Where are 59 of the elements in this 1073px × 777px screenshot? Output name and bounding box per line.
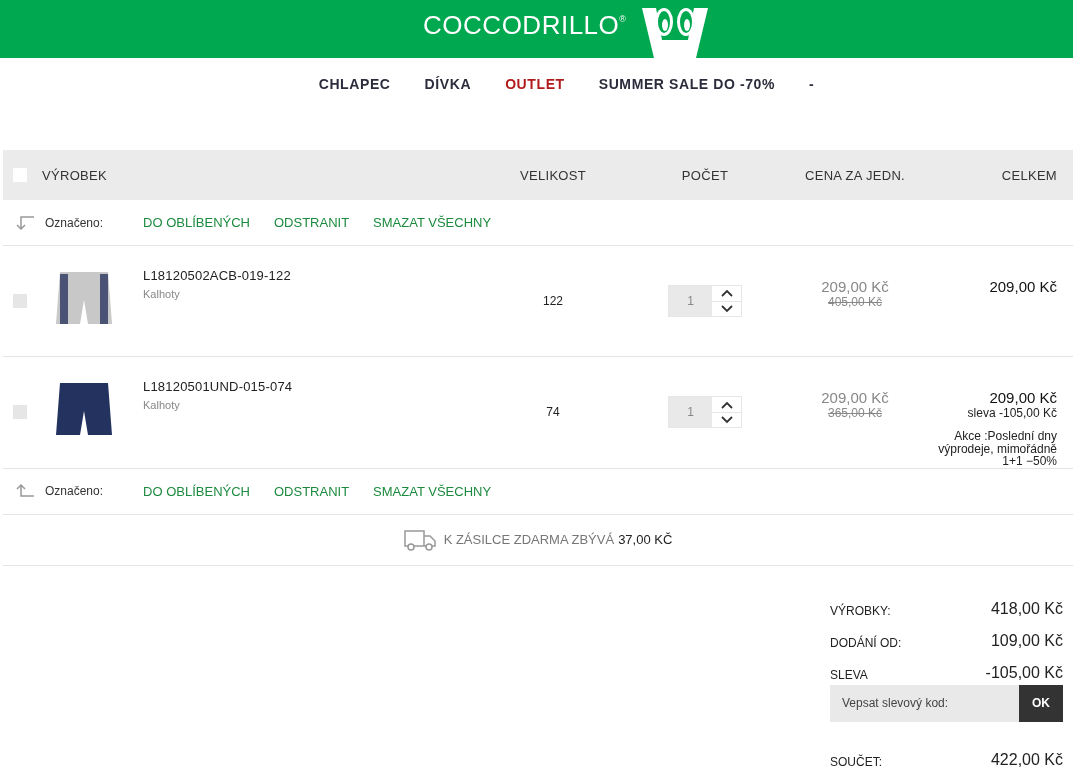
logo-text[interactable]: COCCODRILLO (423, 10, 620, 41)
summary-label: DODÁNÍ OD: (830, 635, 902, 650)
row-total: 209,00 Kč (989, 389, 1057, 406)
quantity-stepper[interactable]: 1 (668, 396, 742, 429)
unit-price: 209,00 Kč (821, 278, 889, 295)
column-header: POČET (680, 167, 730, 183)
summary-value: 418,00 Kč (990, 599, 1063, 618)
column-header: VÝROBEK (42, 167, 108, 183)
summary-value: 109,00 Kč (990, 631, 1063, 650)
nav-link[interactable]: SUMMER SALE DO -70% (598, 76, 776, 92)
coupon-code-field[interactable]: Vepsat slevový kod: (830, 684, 1019, 722)
chevron-up-icon[interactable] (720, 289, 733, 298)
registered-mark: ® (619, 14, 626, 24)
summary-value: -105,00 Kč (985, 663, 1063, 682)
summary-label: SLEVA (830, 667, 868, 682)
promo-note: Akce :Poslední dny výprodeje, mimořádně 1+1 −50% (937, 430, 1057, 468)
chevron-up-icon[interactable] (720, 400, 733, 409)
free-shipping-amount: 37,00 KČ (618, 532, 673, 548)
nav-link[interactable]: DÍVKA (424, 76, 472, 92)
old-price: 365,00 Kč (827, 406, 882, 420)
product-code[interactable]: L18120502ACB-019-122 (143, 268, 291, 283)
quantity-stepper[interactable]: 1 (668, 285, 742, 317)
summary-total-label: SOUČET: (830, 754, 882, 769)
product-category: Kalhoty (143, 288, 181, 300)
nav-link[interactable]: OUTLET (505, 76, 565, 92)
bulk-action-link[interactable]: SMAZAT VŠECHNY (373, 215, 492, 230)
bulk-action-link[interactable]: SMAZAT VŠECHNY (373, 483, 492, 499)
checkbox[interactable] (13, 405, 27, 420)
size-value: 122 (543, 294, 563, 308)
corner-arrow-up-icon (15, 483, 35, 500)
checkbox[interactable] (13, 294, 27, 308)
quantity-value: 1 (669, 286, 712, 316)
bulk-label: Označeno: (45, 484, 104, 499)
bulk-action-link[interactable]: DO OBLÍBENÝCH (143, 483, 250, 499)
product-code[interactable]: L18120501UND-015-074 (143, 379, 293, 394)
summary-label: VÝROBKY: (830, 603, 891, 618)
free-shipping-label: K ZÁSILCE ZDARMA ZBÝVÁ (443, 532, 615, 548)
chevron-down-icon[interactable] (720, 304, 733, 313)
size-value: 74 (546, 405, 560, 420)
column-header: CENA ZA JEDN. (804, 167, 906, 183)
bulk-label: Označeno: (45, 215, 104, 230)
discount-note: sleva -105,00 Kč (967, 406, 1057, 420)
coupon-ok-button[interactable]: OK (1019, 684, 1063, 722)
summary-total-value: 422,00 Kč (990, 750, 1063, 769)
bulk-action-link[interactable]: ODSTRANIT (273, 483, 350, 499)
nav-link[interactable]: CHLAPEC (318, 76, 391, 92)
column-header: CELKEM (1000, 167, 1058, 183)
unit-price: 209,00 Kč (821, 389, 889, 406)
truck-icon (403, 528, 436, 551)
nav-link[interactable]: - (809, 76, 815, 92)
row-total: 209,00 Kč (989, 278, 1057, 295)
bulk-action-link[interactable]: DO OBLÍBENÝCH (143, 215, 250, 230)
old-price: 405,00 Kč (827, 295, 882, 309)
column-header: VELIKOST (519, 167, 587, 183)
chevron-down-icon[interactable] (720, 416, 733, 425)
bulk-action-link[interactable]: ODSTRANIT (273, 215, 350, 230)
corner-arrow-down-icon (15, 214, 35, 231)
product-category: Kalhoty (143, 399, 181, 411)
quantity-value: 1 (669, 397, 712, 428)
